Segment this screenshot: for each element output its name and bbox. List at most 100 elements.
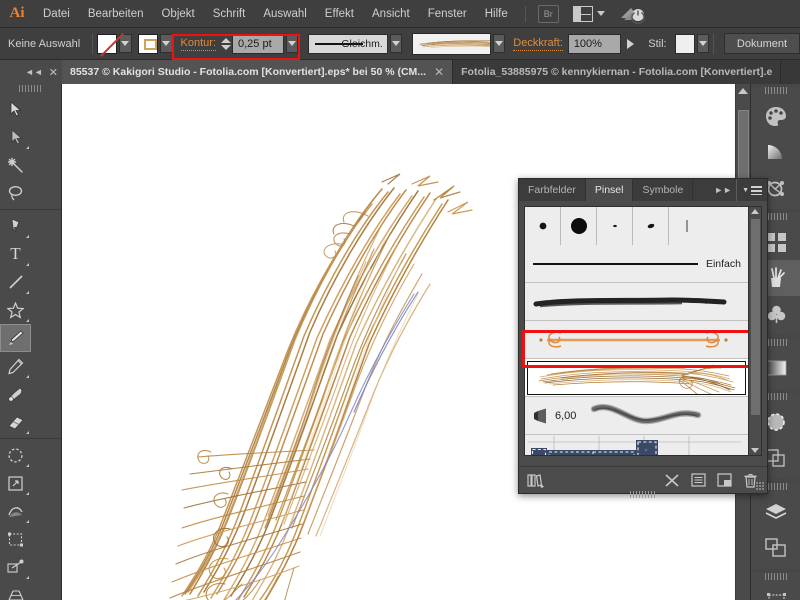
shape-tool[interactable] — [0, 296, 31, 324]
dock-drag-grip[interactable] — [764, 573, 787, 580]
blob-brush-tool[interactable] — [0, 380, 31, 408]
stroke-profile-dropdown[interactable]: Gleichm. — [308, 33, 388, 54]
brush-row-pattern[interactable] — [525, 435, 748, 455]
document-tab-active[interactable]: 85537 © Kakigori Studio - Fotolia.com [K… — [62, 60, 454, 84]
stepper-down-icon[interactable] — [221, 44, 231, 50]
menu-datei[interactable]: Datei — [34, 0, 79, 28]
eraser-tool[interactable] — [0, 408, 31, 436]
stroke-weight-label[interactable]: Kontur: — [180, 37, 216, 51]
dock-color-panel[interactable] — [751, 98, 800, 134]
menu-ansicht[interactable]: Ansicht — [363, 0, 419, 28]
brush-row-arrow[interactable] — [525, 321, 748, 359]
fill-swatch-button[interactable] — [96, 32, 125, 57]
opacity-label[interactable]: Deckkraft: — [513, 37, 563, 51]
remove-brush-stroke-button[interactable] — [661, 470, 683, 490]
stroke-swatch-button[interactable] — [138, 33, 158, 54]
arrange-documents-button[interactable] — [572, 5, 605, 22]
direct-selection-tool[interactable] — [0, 123, 31, 151]
stroke-thin-icon — [686, 220, 688, 232]
lasso-tool[interactable] — [0, 179, 31, 207]
creative-cloud-icon[interactable] — [619, 4, 645, 24]
document-tab-inactive[interactable]: Fotolia_53885975 © kennykiernan - Fotoli… — [453, 60, 782, 84]
panel-bottom-drag-grip[interactable] — [630, 491, 656, 498]
stroke-weight-stepper[interactable] — [221, 37, 231, 50]
close-icon[interactable]: ✕ — [434, 65, 444, 79]
brush-row-einfach[interactable]: Einfach — [525, 245, 748, 283]
line-segment-tool[interactable] — [0, 268, 31, 296]
stroke-dropdown-button[interactable] — [159, 34, 173, 53]
tool-flyout-indicator — [26, 464, 29, 467]
brush-cell-5[interactable] — [669, 207, 705, 245]
tab-pinsel[interactable]: Pinsel — [585, 179, 634, 201]
menu-effekt[interactable]: Effekt — [316, 0, 363, 28]
color-guide-icon — [768, 145, 782, 159]
brush-cell-2[interactable] — [561, 207, 597, 245]
graphic-style-swatch[interactable] — [674, 33, 695, 54]
menu-bearbeiten[interactable]: Bearbeiten — [79, 0, 153, 28]
width-tool[interactable] — [0, 497, 31, 525]
rotate-tool[interactable] — [0, 441, 31, 469]
toolbar-close-icon[interactable]: ✕ — [49, 66, 58, 79]
dock-color-guide-panel[interactable] — [751, 134, 800, 170]
stepper-up-icon[interactable] — [221, 37, 231, 43]
document-setup-button[interactable]: Dokument — [723, 33, 800, 54]
dock-drag-grip[interactable] — [764, 87, 787, 94]
tab-farbfelder[interactable]: Farbfelder — [519, 179, 586, 201]
double-chevron-right-icon[interactable]: ►► — [710, 179, 736, 201]
graphic-style-dropdown-button[interactable] — [696, 34, 710, 53]
tool-flyout-indicator — [26, 520, 29, 523]
dock-transform-panel[interactable] — [751, 584, 800, 600]
magic-wand-tool[interactable] — [0, 151, 31, 179]
brush-definition-dropdown[interactable] — [412, 32, 491, 55]
stroke-profile-dropdown-button[interactable] — [389, 34, 403, 53]
shape-builder-tool[interactable] — [0, 553, 31, 581]
menu-auswahl[interactable]: Auswahl — [254, 0, 315, 28]
brush-cell-1[interactable] — [525, 207, 561, 245]
opacity-input[interactable]: 100% — [567, 33, 622, 54]
scale-tool[interactable] — [0, 469, 31, 497]
brush-definition-dropdown-button[interactable] — [492, 34, 506, 53]
pencil-tool[interactable] — [0, 352, 31, 380]
scroll-up-arrow-icon[interactable] — [738, 88, 748, 94]
menu-objekt[interactable]: Objekt — [152, 0, 203, 28]
panel-resize-grip[interactable] — [756, 482, 765, 491]
brush-row-hair[interactable] — [525, 359, 748, 397]
brush-options-button[interactable] — [687, 470, 709, 490]
toolbar-collapse-icon[interactable]: ◄◄ — [25, 67, 43, 77]
brush-cell-3[interactable] — [597, 207, 633, 245]
opacity-flyout-icon[interactable] — [627, 38, 635, 49]
menu-fenster[interactable]: Fenster — [419, 0, 476, 28]
brushes-list[interactable]: Einfach 6,00 — [524, 206, 749, 456]
brush-row-charcoal[interactable] — [525, 283, 748, 321]
bridge-icon[interactable]: Br — [537, 4, 559, 23]
dock-artboards-panel[interactable] — [751, 530, 800, 566]
arrow-black-icon — [10, 101, 21, 117]
swatches-grid-icon — [766, 232, 786, 252]
pen-tool[interactable] — [0, 212, 31, 240]
stroke-weight-input[interactable]: 0,25 pt — [232, 33, 284, 54]
new-brush-button[interactable] — [713, 470, 735, 490]
brush-row-bristle[interactable]: 6,00 — [525, 397, 748, 435]
brush-libraries-button[interactable] — [525, 470, 547, 490]
free-transform-tool[interactable] — [0, 525, 31, 553]
document-tab-title: 85537 © Kakigori Studio - Fotolia.com [K… — [70, 66, 427, 78]
brush-cell-4[interactable] — [633, 207, 669, 245]
tool-flyout-indicator — [26, 146, 29, 149]
menu-schrift[interactable]: Schrift — [204, 0, 255, 28]
brushes-scrollbar[interactable] — [748, 206, 762, 456]
scroll-up-arrow-icon[interactable] — [751, 209, 759, 214]
perspective-grid-tool[interactable] — [0, 581, 31, 600]
scroll-down-arrow-icon[interactable] — [749, 448, 761, 453]
type-tool[interactable]: T — [0, 240, 31, 268]
paintbrush-tool[interactable] — [0, 324, 31, 352]
stroke-weight-dropdown-button[interactable] — [285, 34, 299, 53]
dot-oval-icon — [647, 223, 654, 229]
scrollbar-thumb[interactable] — [751, 219, 760, 415]
dock-layers-panel[interactable] — [751, 494, 800, 530]
menu-hilfe[interactable]: Hilfe — [476, 0, 517, 28]
panel-tab-bar: Farbfelder Pinsel Symbole ►► ▼ — [519, 179, 767, 201]
panel-menu-icon[interactable]: ▼ — [736, 179, 767, 201]
tab-symbole[interactable]: Symbole — [633, 179, 694, 201]
selection-tool[interactable] — [0, 95, 31, 123]
toolbar-drag-grip[interactable] — [19, 85, 41, 92]
